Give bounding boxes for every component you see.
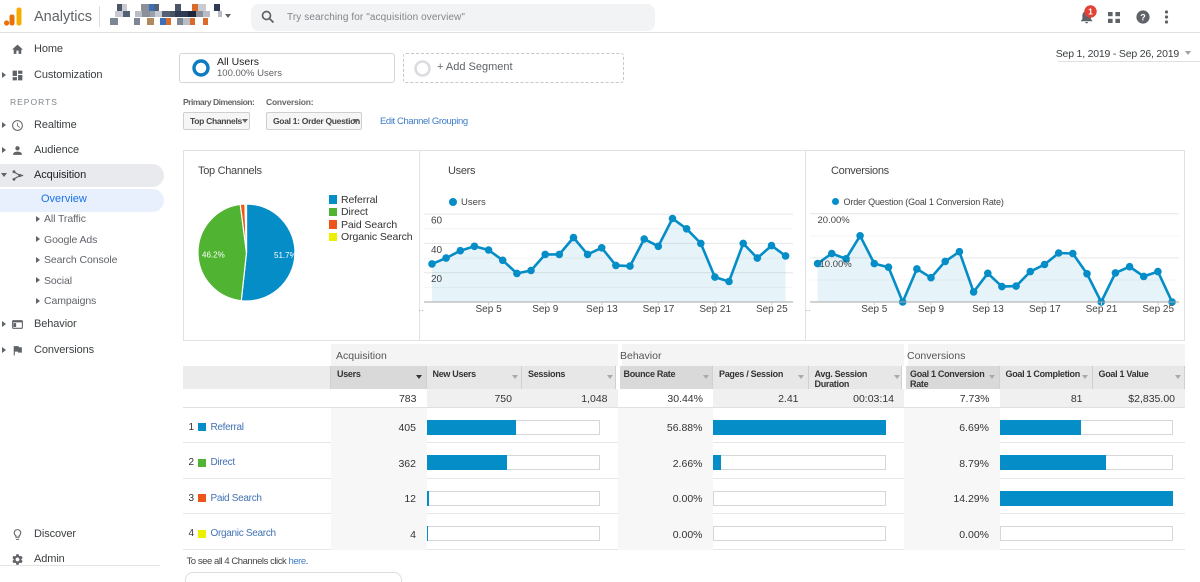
svg-text:51.7%: 51.7% bbox=[274, 251, 297, 260]
svg-text:Sep 9: Sep 9 bbox=[532, 304, 559, 315]
svg-text:Sep 5: Sep 5 bbox=[476, 304, 503, 315]
svg-text:Sep 25: Sep 25 bbox=[1142, 304, 1174, 315]
svg-text:?: ? bbox=[1140, 12, 1146, 22]
svg-text:1: 1 bbox=[1088, 7, 1093, 17]
svg-text:Sep 13: Sep 13 bbox=[586, 304, 618, 315]
svg-text:Sep 17: Sep 17 bbox=[643, 304, 675, 315]
svg-text:Sep 21: Sep 21 bbox=[699, 304, 731, 315]
svg-text:46.2%: 46.2% bbox=[202, 251, 225, 260]
svg-text:...: ... bbox=[805, 303, 811, 313]
svg-text:Sep 21: Sep 21 bbox=[1086, 304, 1118, 315]
svg-text:Sep 17: Sep 17 bbox=[1029, 304, 1061, 315]
svg-text:Sep 13: Sep 13 bbox=[972, 304, 1004, 315]
svg-text:Sep 25: Sep 25 bbox=[756, 304, 788, 315]
svg-text:Sep 5: Sep 5 bbox=[861, 304, 888, 315]
svg-text:20.00%: 20.00% bbox=[818, 215, 851, 226]
svg-text:...: ... bbox=[419, 303, 424, 313]
svg-text:60: 60 bbox=[431, 216, 443, 227]
svg-text:40: 40 bbox=[431, 245, 443, 256]
svg-text:Sep 9: Sep 9 bbox=[918, 304, 945, 315]
svg-text:20: 20 bbox=[431, 274, 443, 285]
svg-text:10.00%: 10.00% bbox=[820, 259, 853, 270]
